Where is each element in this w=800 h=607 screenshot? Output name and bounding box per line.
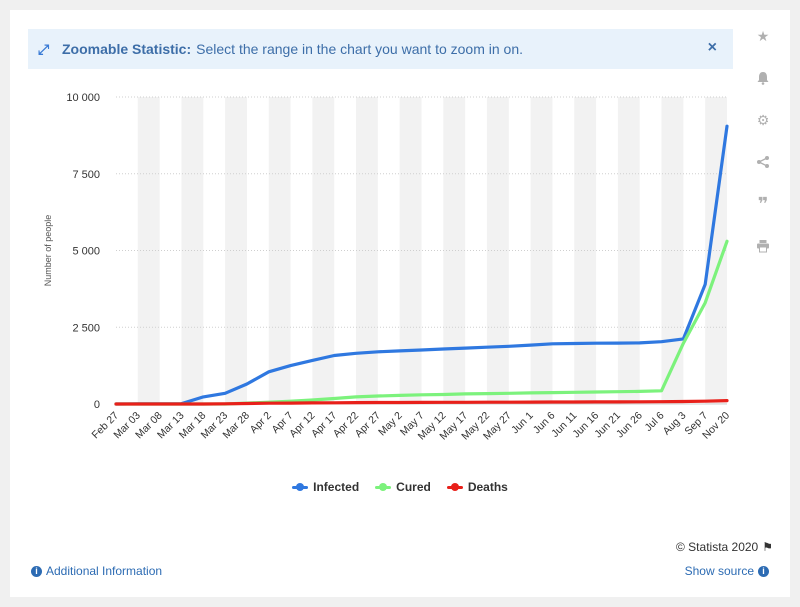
x-tick-label: Apr 27: [353, 410, 383, 440]
legend-swatch: [292, 481, 309, 493]
plot-band: [574, 97, 597, 404]
info-icon: i: [31, 565, 42, 577]
legend-item-cured[interactable]: Cured: [375, 480, 431, 494]
flag-icon[interactable]: ⚑: [762, 540, 773, 554]
legend-label: Cured: [396, 480, 431, 494]
legend-item-deaths[interactable]: Deaths: [446, 480, 508, 494]
additional-info-link[interactable]: i Additional Information: [27, 564, 162, 578]
y-axis-label: Number of people: [43, 215, 53, 287]
additional-info-label: Additional Information: [46, 564, 163, 578]
plot-band: [617, 97, 640, 404]
y-tick-label: 2 500: [72, 322, 100, 334]
legend-swatch: [446, 481, 463, 493]
legend-swatch: [375, 481, 392, 493]
line-chart[interactable]: 02 5005 0007 50010 000Number of peopleFe…: [0, 0, 800, 607]
legend-label: Infected: [313, 480, 360, 494]
x-tick-label: May 2: [376, 410, 405, 439]
chart-legend: Infected Cured Deaths: [0, 480, 800, 494]
y-tick-label: 5 000: [72, 246, 100, 258]
x-tick-label: Apr 2: [248, 410, 274, 436]
legend-label: Deaths: [467, 480, 508, 494]
info-icon: i: [758, 565, 769, 577]
show-source-link[interactable]: Show source i: [685, 564, 773, 578]
copyright: © Statista 2020 ⚑: [676, 540, 773, 554]
x-tick-label: Jun 1: [509, 410, 536, 437]
y-tick-label: 0: [94, 399, 100, 411]
plot-band: [137, 97, 160, 404]
y-tick-label: 7 500: [72, 169, 100, 181]
x-tick-label: Aug 3: [661, 410, 689, 438]
copyright-text: © Statista 2020: [676, 540, 759, 554]
show-source-label: Show source: [684, 564, 754, 578]
y-tick-label: 10 000: [66, 92, 100, 104]
legend-item-infected[interactable]: Infected: [292, 480, 359, 494]
